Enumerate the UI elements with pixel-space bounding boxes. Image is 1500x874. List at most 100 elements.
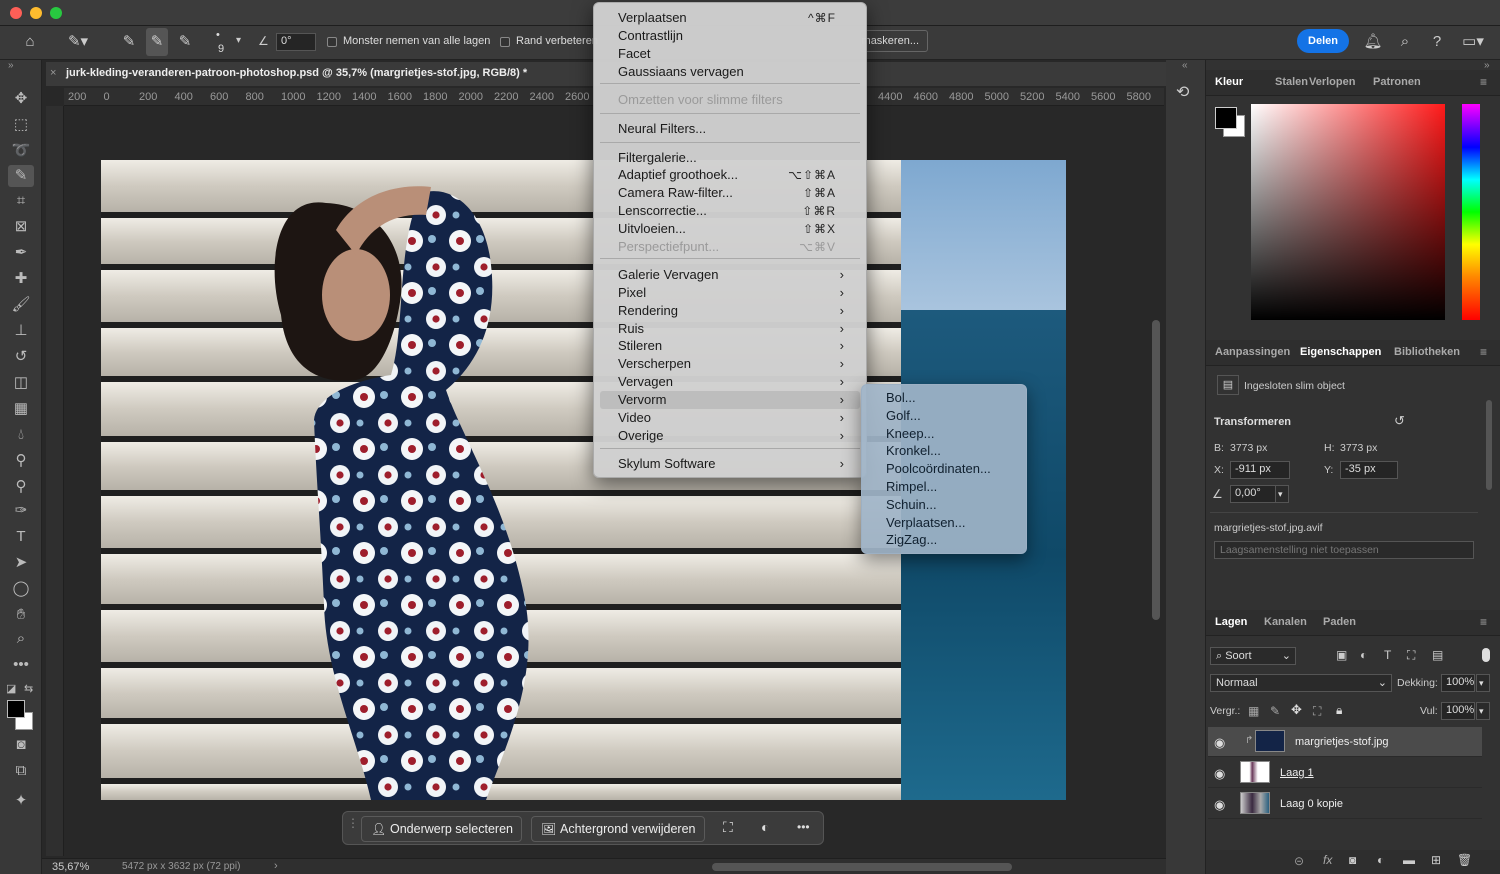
burn-tool-icon[interactable]: ⚲ — [8, 476, 34, 498]
filter-pixel-icon[interactable]: ▣ — [1336, 648, 1347, 662]
help-icon[interactable]: ? — [1426, 28, 1448, 56]
swap-colors-icon[interactable]: ⇆ — [24, 682, 33, 695]
select-and-mask-button[interactable]: maskeren... — [860, 30, 928, 52]
zoom-tool-icon[interactable]: ⌕ — [8, 628, 34, 650]
blend-mode-dropdown[interactable]: Normaal ⌄ — [1210, 674, 1392, 692]
close-window-button[interactable] — [10, 7, 22, 19]
vertical-scrollbar[interactable] — [1152, 320, 1160, 620]
path-selection-icon[interactable]: ➤ — [8, 552, 34, 574]
layer-name[interactable]: Laag 0 kopie — [1280, 798, 1343, 810]
filter-menu-item[interactable]: Galerie Vervagen › — [600, 266, 860, 284]
folder-icon[interactable]: ▬ — [1403, 853, 1415, 867]
lock-position-icon[interactable]: ✥ — [1291, 702, 1302, 718]
distort-menu-item[interactable]: Kneep... — [868, 425, 1018, 443]
filter-toggle[interactable] — [1482, 648, 1490, 662]
distort-menu-item[interactable]: Golf... — [868, 407, 1018, 425]
filter-menu-item[interactable]: Pixel › — [600, 284, 860, 302]
lock-all-icon[interactable]: 🔒︎ — [1336, 703, 1342, 718]
healing-brush-icon[interactable]: ✚ — [8, 268, 34, 290]
history-panel-icon[interactable]: ⟲ — [1176, 82, 1189, 102]
filter-menu-item[interactable]: Lenscorrectie... ⇧⌘R — [600, 202, 860, 220]
filter-menu-item[interactable]: Vervagen › — [600, 373, 860, 391]
tab-kleur[interactable]: Kleur — [1215, 76, 1243, 88]
tab-bibliotheken[interactable]: Bibliotheken — [1394, 346, 1460, 358]
distort-menu-item[interactable]: Verplaatsen... — [868, 514, 1018, 532]
eraser-tool-icon[interactable]: ◫ — [8, 372, 34, 394]
properties-scrollbar[interactable] — [1486, 400, 1492, 490]
hue-slider[interactable] — [1462, 104, 1480, 320]
color-picker-field[interactable] — [1251, 104, 1445, 320]
workspace-icon[interactable]: ▭▾ — [1456, 28, 1490, 56]
filter-menu-item[interactable]: Contrastlijn — [600, 27, 860, 45]
x-position-field[interactable]: -911 px — [1230, 461, 1290, 479]
new-layer-icon[interactable]: ⊞ — [1431, 853, 1441, 867]
quick-selection-preset-icon[interactable]: ✎▾ — [58, 28, 98, 56]
eye-icon[interactable]: ◉ — [1214, 766, 1225, 782]
filter-menu-item[interactable]: Gaussiaans vervagen — [600, 63, 860, 81]
filter-type-icon[interactable]: T — [1384, 648, 1391, 662]
type-tool-icon[interactable]: T — [8, 526, 34, 548]
gradient-tool-icon[interactable]: ▦ — [8, 398, 34, 420]
zoom-level[interactable]: 35,67% — [52, 861, 89, 873]
filter-menu-item[interactable]: Rendering › — [600, 302, 860, 320]
sample-all-layers-checkbox[interactable] — [327, 37, 337, 47]
notifications-bell-icon[interactable]: 🔔︎ — [1362, 28, 1384, 56]
add-to-selection-icon[interactable]: ✎ — [146, 28, 168, 56]
filter-menu-item[interactable]: Stileren › — [600, 337, 860, 355]
filter-menu-item[interactable]: Skylum Software › — [600, 455, 860, 473]
fill-dropdown-icon[interactable]: ▾ — [1476, 702, 1490, 720]
horizontal-scrollbar[interactable] — [712, 863, 1012, 871]
filter-menu-item[interactable]: Overige › — [600, 427, 860, 445]
pen-tool-icon[interactable]: ✑ — [8, 500, 34, 522]
filter-shape-icon[interactable]: ⛶ — [1407, 648, 1415, 663]
layer-row-laag0-kopie[interactable]: ◉ Laag 0 kopie — [1208, 789, 1482, 819]
search-icon[interactable]: ⌕ — [1394, 28, 1416, 56]
filter-adjustment-icon[interactable]: ◐ — [1360, 648, 1367, 662]
distort-menu-item[interactable]: Schuin... — [868, 496, 1018, 514]
default-colors-icon[interactable]: ◪ — [6, 682, 16, 695]
more-options-icon[interactable]: ••• — [797, 820, 810, 834]
clone-stamp-icon[interactable]: ⊥ — [8, 320, 34, 342]
layer-comp-dropdown[interactable]: Laagsamenstelling niet toepassen — [1214, 541, 1474, 559]
filter-smart-object-icon[interactable]: ▤ — [1432, 648, 1443, 662]
tab-aanpassingen[interactable]: Aanpassingen — [1215, 346, 1290, 358]
filter-menu-item[interactable]: Adaptief groothoek... ⌥⇧⌘A — [600, 166, 860, 184]
opacity-dropdown-icon[interactable]: ▾ — [1476, 674, 1490, 692]
document-tab-title[interactable]: jurk-kleding-veranderen-patroon-photosho… — [66, 67, 527, 79]
hand-tool-icon[interactable]: ✋︎ — [8, 604, 34, 626]
rotation-dropdown-icon[interactable]: ▾ — [1275, 485, 1289, 503]
quick-mask-icon[interactable]: ◙ — [8, 734, 34, 756]
eye-icon[interactable]: ◉ — [1214, 797, 1225, 813]
tab-verlopen[interactable]: Verlopen — [1309, 76, 1355, 88]
filter-menu-item[interactable]: Facet — [600, 45, 860, 63]
eye-icon[interactable]: ◉ — [1214, 735, 1225, 751]
home-icon[interactable]: ⌂ — [16, 28, 44, 56]
opacity-field[interactable]: 100% — [1441, 674, 1475, 692]
share-button[interactable]: Delen — [1297, 29, 1349, 53]
panel-foreground-swatch[interactable] — [1215, 107, 1237, 129]
tab-paden[interactable]: Paden — [1323, 616, 1356, 628]
minimize-window-button[interactable] — [30, 7, 42, 19]
generative-icon[interactable]: ✦ — [8, 790, 34, 812]
filter-menu-item[interactable]: Ruis › — [600, 320, 860, 338]
lock-pixels-icon[interactable]: ✎ — [1270, 704, 1280, 718]
quick-selection-tool-icon[interactable]: ✎ — [8, 165, 34, 187]
rotation-angle-field[interactable]: 0,00° — [1230, 485, 1276, 503]
mask-toggle-icon[interactable]: ◐ — [761, 819, 769, 835]
marquee-tool-icon[interactable]: ⬚ — [8, 114, 34, 136]
distort-menu-item[interactable]: Rimpel... — [868, 478, 1018, 496]
filter-menu-item[interactable]: Camera Raw-filter... ⇧⌘A — [600, 184, 860, 202]
more-tools-icon[interactable]: ••• — [8, 654, 34, 676]
crop-tool-icon[interactable]: ⌗ — [8, 190, 34, 212]
dodge-tool-icon[interactable]: ⚲ — [8, 450, 34, 472]
adjustment-icon[interactable]: ◐ — [1377, 853, 1384, 867]
filter-menu-item[interactable]: Verscherpen › — [600, 355, 860, 373]
fill-field[interactable]: 100% — [1441, 702, 1475, 720]
distort-menu-item[interactable]: Bol... — [868, 389, 1018, 407]
collapse-tools-icon[interactable]: » — [8, 60, 14, 71]
tab-patronen[interactable]: Patronen — [1373, 76, 1421, 88]
filter-menu-item[interactable]: Uitvloeien... ⇧⌘X — [600, 220, 860, 238]
layers-panel-menu-icon[interactable]: ≡ — [1480, 615, 1487, 629]
layer-filter-dropdown[interactable]: ⌕ Soort ⌄ — [1210, 647, 1296, 665]
distort-menu-item[interactable]: Poolcoördinaten... — [868, 460, 1018, 478]
